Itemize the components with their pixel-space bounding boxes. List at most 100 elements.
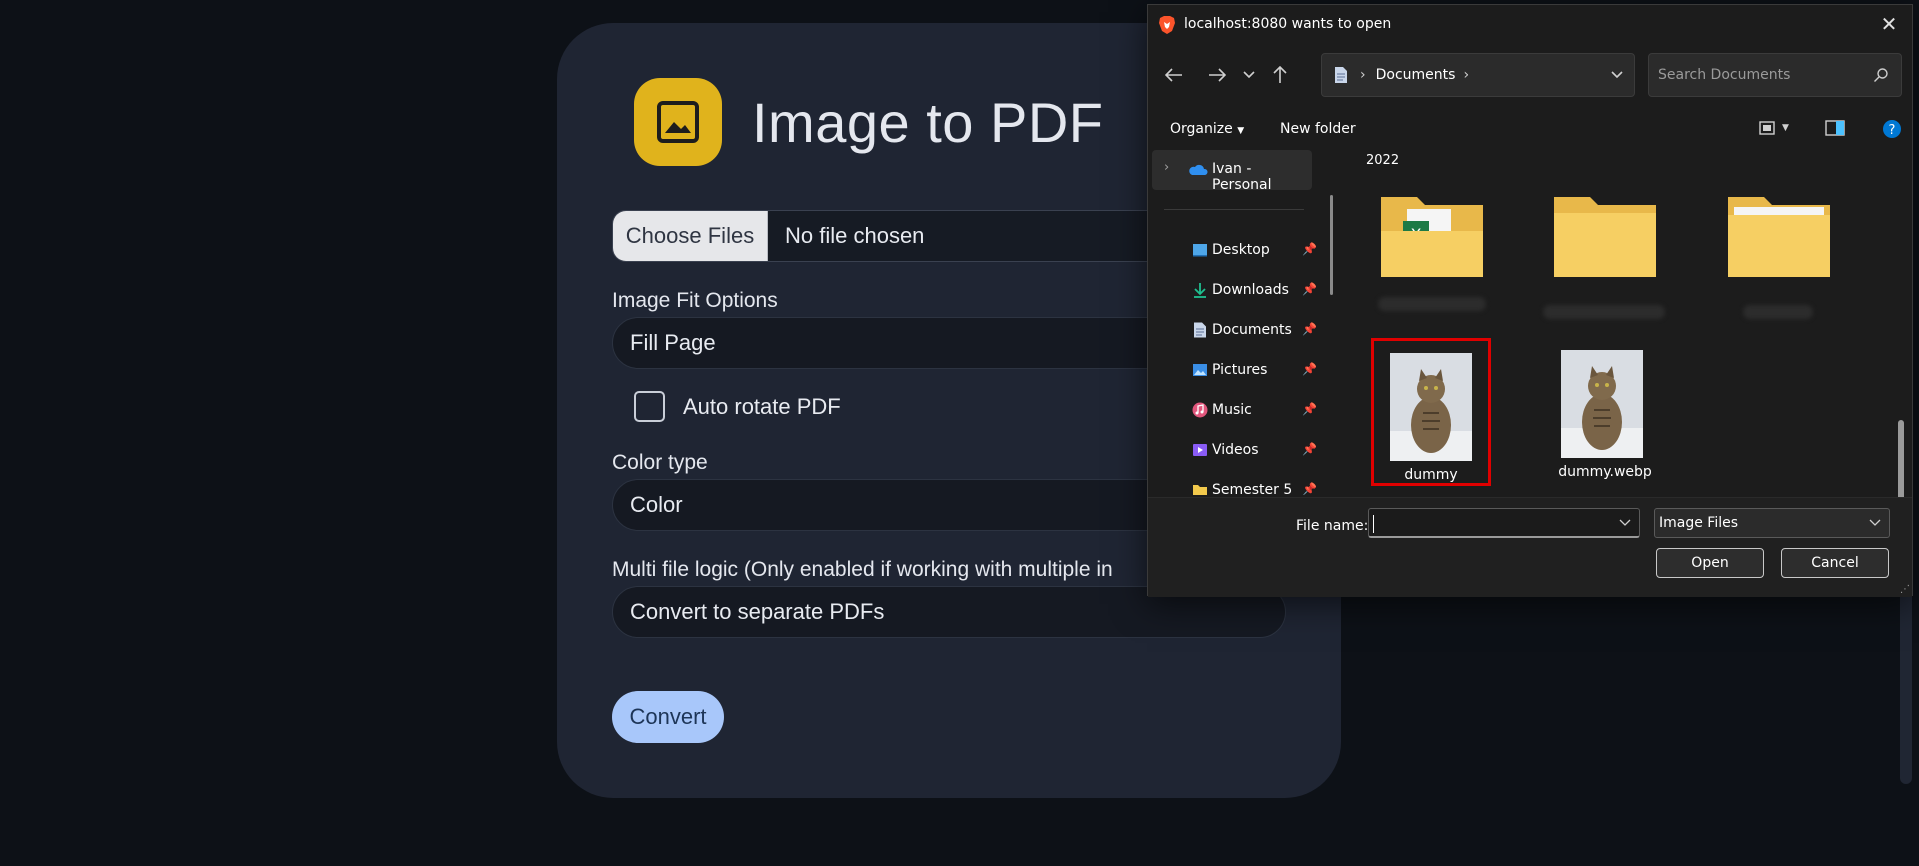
app-header: Image to PDF: [634, 78, 1103, 166]
videos-icon: [1193, 444, 1207, 456]
organize-label: Organize: [1170, 121, 1233, 137]
address-bar[interactable]: › Documents ›: [1321, 53, 1680, 97]
convert-button[interactable]: Convert: [612, 691, 724, 743]
blurred-folder-label: [1743, 305, 1813, 319]
sidebar-item-label: Desktop: [1212, 242, 1270, 258]
desktop-icon: [1193, 244, 1207, 257]
pin-icon: 📌: [1302, 402, 1317, 416]
view-dropdown-icon[interactable]: ▼: [1782, 123, 1789, 133]
organize-menu[interactable]: Organize ▼: [1170, 121, 1244, 137]
breadcrumb-documents[interactable]: Documents: [1376, 67, 1456, 83]
color-type-label: Color type: [612, 451, 708, 474]
dialog-titlebar: localhost:8080 wants to open ✕: [1148, 5, 1912, 43]
fit-label: Image Fit Options: [612, 289, 778, 312]
sidebar-item-label: Downloads: [1212, 282, 1289, 298]
chevron-down-icon[interactable]: [1619, 518, 1631, 528]
document-icon: [1335, 67, 1347, 83]
pin-icon: 📌: [1302, 322, 1317, 336]
pictures-icon: [1193, 364, 1207, 376]
chevron-down-icon: ▼: [1237, 126, 1245, 136]
expand-chevron-icon[interactable]: ›: [1164, 160, 1169, 175]
dialog-footer: File name: Image Files Open Cancel ⋰: [1148, 497, 1912, 597]
preview-pane-icon[interactable]: [1825, 119, 1845, 137]
auto-rotate-row[interactable]: Auto rotate PDF: [634, 391, 841, 422]
address-dropdown-icon[interactable]: [1610, 67, 1624, 81]
sidebar-item-desktop[interactable]: Desktop 📌: [1152, 234, 1318, 266]
sidebar-item-label: Pictures: [1212, 362, 1268, 378]
help-icon[interactable]: ?: [1882, 119, 1902, 139]
search-icon: [1874, 68, 1888, 82]
chevron-down-icon: [1869, 519, 1881, 526]
sidebar-item-label: Semester 5: [1212, 482, 1293, 495]
sidebar-item-music[interactable]: Music 📌: [1152, 394, 1318, 426]
text-caret: [1373, 515, 1374, 533]
folder-icon[interactable]: X: [1377, 191, 1487, 281]
pin-icon: 📌: [1302, 442, 1317, 456]
group-header: 2022: [1366, 153, 1400, 168]
auto-rotate-checkbox[interactable]: [634, 391, 665, 422]
sidebar-item-downloads[interactable]: Downloads 📌: [1152, 274, 1318, 306]
cancel-button[interactable]: Cancel: [1781, 548, 1889, 578]
back-arrow-icon[interactable]: [1160, 61, 1188, 89]
search-input[interactable]: Search Documents: [1648, 53, 1902, 97]
search-placeholder: Search Documents: [1658, 67, 1791, 83]
recent-locations-chevron-icon[interactable]: [1235, 61, 1263, 89]
download-icon: [1194, 283, 1206, 298]
folder-icon: [1193, 485, 1207, 495]
sidebar-item-label: Documents: [1212, 322, 1292, 338]
file-name-label: dummy.webp: [1558, 464, 1652, 480]
document-icon: [1194, 322, 1206, 338]
sidebar-item-semester-5[interactable]: Semester 5 📌: [1152, 474, 1318, 495]
music-icon: [1192, 402, 1208, 418]
up-arrow-icon[interactable]: [1266, 61, 1294, 89]
dialog-navbar: › Documents › Search Documents: [1148, 53, 1912, 97]
folder-icon[interactable]: [1724, 191, 1834, 281]
dialog-title: localhost:8080 wants to open: [1184, 16, 1392, 32]
pin-icon: 📌: [1302, 362, 1317, 376]
image-icon: [634, 78, 722, 166]
breadcrumb-separator-icon: ›: [1360, 67, 1366, 83]
page-title: Image to PDF: [752, 90, 1104, 154]
blurred-folder-label: [1543, 305, 1665, 319]
cat-image-thumbnail: [1561, 350, 1643, 458]
file-name-input[interactable]: [1368, 508, 1640, 538]
file-item-dummy[interactable]: dummy: [1371, 338, 1491, 486]
file-item-dummy-webp[interactable]: dummy.webp: [1545, 338, 1665, 486]
nav-divider: [1164, 209, 1304, 210]
command-bar: Organize ▼ New folder ▼ ?: [1148, 115, 1912, 145]
brave-icon: [1159, 16, 1175, 34]
pin-icon: 📌: [1302, 242, 1317, 256]
sidebar-item-label: Videos: [1212, 442, 1259, 458]
content-scrollbar[interactable]: [1898, 420, 1904, 504]
cat-image-thumbnail: [1390, 353, 1472, 461]
file-type-select[interactable]: Image Files: [1654, 508, 1890, 538]
nav-pane-scrollbar[interactable]: [1330, 195, 1333, 295]
pin-icon: 📌: [1302, 482, 1317, 495]
sidebar-item-documents[interactable]: Documents 📌: [1152, 314, 1318, 346]
open-button[interactable]: Open: [1656, 548, 1764, 578]
view-options-icon[interactable]: [1758, 119, 1776, 137]
file-status: No file chosen: [785, 223, 925, 248]
nav-cloud-item[interactable]: › Ivan - Personal: [1152, 150, 1312, 193]
file-type-value: Image Files: [1659, 515, 1739, 531]
file-name-label: File name:: [1296, 518, 1369, 534]
sidebar-item-pictures[interactable]: Pictures 📌: [1152, 354, 1318, 386]
navigation-pane: › Ivan - Personal Desktop 📌 Downloads 📌 …: [1152, 150, 1318, 495]
breadcrumb-chevron-icon[interactable]: ›: [1463, 67, 1469, 83]
nav-cloud-label: Ivan - Personal: [1212, 161, 1272, 193]
blurred-folder-label: [1378, 297, 1486, 311]
choose-files-button[interactable]: Choose Files: [613, 211, 768, 261]
sidebar-item-label: Music: [1212, 402, 1252, 418]
file-open-dialog: localhost:8080 wants to open ✕ › Documen…: [1147, 4, 1913, 597]
new-folder-button[interactable]: New folder: [1280, 121, 1356, 137]
folder-icon[interactable]: [1550, 191, 1660, 281]
svg-text:?: ?: [1889, 123, 1896, 138]
file-name-label: dummy: [1404, 467, 1458, 483]
sidebar-item-videos[interactable]: Videos 📌: [1152, 434, 1318, 466]
forward-arrow-icon[interactable]: [1203, 61, 1231, 89]
auto-rotate-label: Auto rotate PDF: [683, 393, 841, 419]
pin-icon: 📌: [1302, 282, 1317, 296]
close-icon[interactable]: ✕: [1876, 11, 1902, 37]
onedrive-icon: [1189, 164, 1208, 175]
resize-grip-icon[interactable]: ⋰: [1900, 584, 1910, 595]
